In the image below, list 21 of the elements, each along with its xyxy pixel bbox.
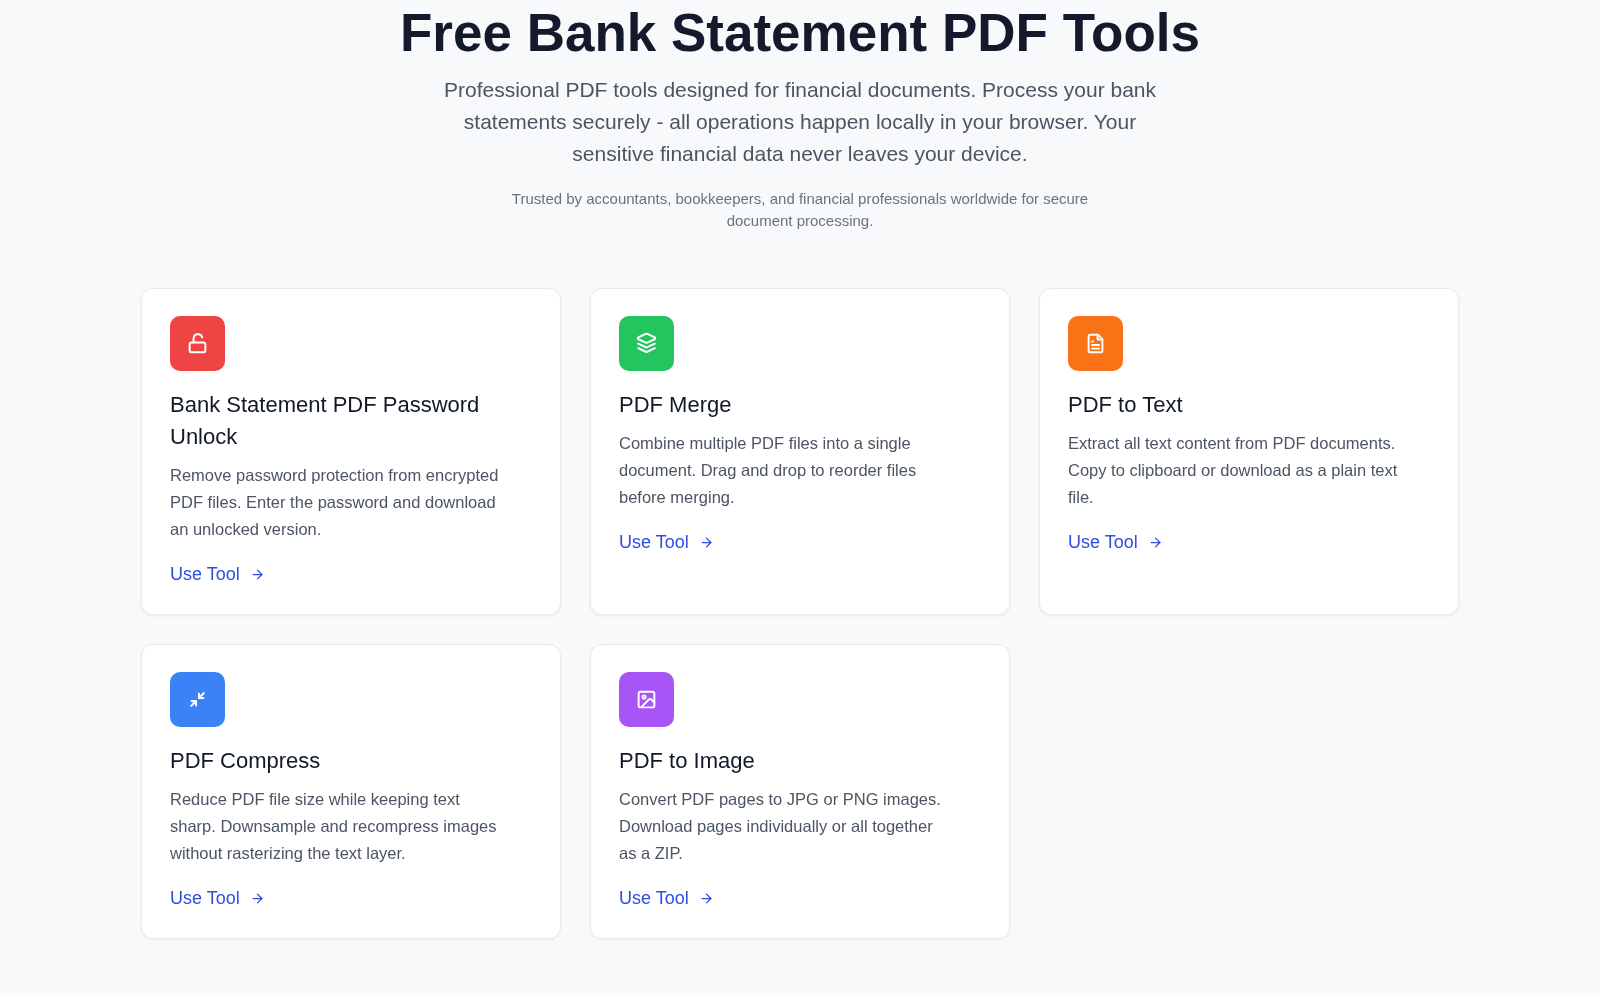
page-title: Free Bank Statement PDF Tools — [399, 4, 1201, 62]
use-tool-link[interactable]: Use Tool — [1068, 530, 1163, 554]
card-description: Combine multiple PDF files into a single document. Drag and drop to reorder files before merging. — [619, 433, 918, 508]
card-description: Extract all text content from PDF documents. Copy to clipboard or download as a plain text file. — [1068, 433, 1398, 508]
arrow-right-icon — [1147, 534, 1163, 550]
use-tool-link[interactable]: Use Tool — [170, 886, 265, 910]
card-title: PDF to Text — [1068, 391, 1183, 419]
use-tool-link[interactable]: Use Tool — [619, 530, 714, 554]
trust-note: Trusted by accountants, bookkeepers, and financial professionals worldwide for secure document processing. — [510, 189, 1090, 231]
arrow-right-icon — [698, 890, 714, 906]
card-description: Remove password protection from encrypted PDF files. Enter the password and download an unlocked version. — [170, 465, 500, 540]
arrow-right-icon — [698, 534, 714, 550]
card-description: Convert PDF pages to JPG or PNG images. Download pages individually or all together as a ZIP. — [619, 789, 942, 864]
use-tool-link[interactable]: Use Tool — [619, 886, 714, 910]
card-title: PDF Compress — [170, 747, 321, 775]
card-title: Bank Statement PDF Password Unlock — [170, 391, 481, 451]
page-subtitle: Professional PDF tools designed for financial documents. Process your bank statements securely - all operations happen locally in your browser. Your sensitive financial data never leaves your device. — [443, 77, 1157, 167]
card-title: PDF to Image — [619, 747, 755, 775]
card-description: Reduce PDF file size while keeping text sharp. Downsample and recompress images without rasterizing the text layer. — [170, 789, 498, 864]
card-title: PDF Merge — [619, 391, 732, 419]
use-tool-link[interactable]: Use Tool — [170, 562, 265, 586]
